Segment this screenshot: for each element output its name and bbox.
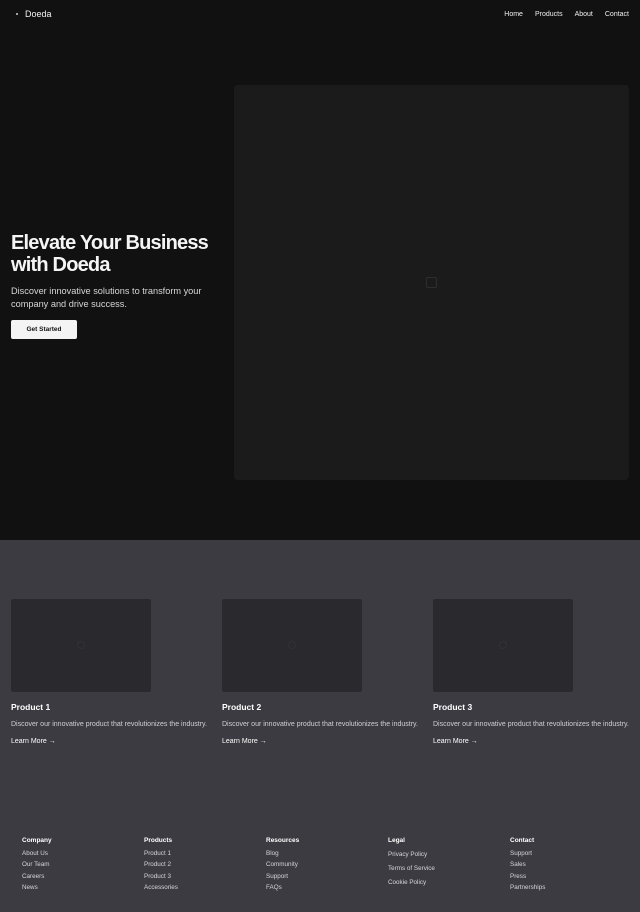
get-started-button[interactable]: Get Started: [11, 320, 77, 339]
footer-heading: Contact: [510, 837, 535, 844]
nav-products[interactable]: Products: [535, 11, 563, 18]
product-card-3: Product 3 Discover our innovative produc…: [433, 599, 633, 748]
footer-link[interactable]: Cookie Policy: [388, 876, 498, 890]
footer-heading: Products: [144, 837, 173, 844]
learn-more-link[interactable]: Learn More →: [11, 738, 56, 745]
hero-title: Elevate Your Business with Doeda: [11, 232, 209, 276]
product-image: [11, 599, 151, 692]
footer-link[interactable]: Privacy Policy: [388, 848, 498, 862]
footer-link[interactable]: Community: [266, 859, 376, 870]
footer-link[interactable]: Partnerships: [510, 882, 620, 893]
hero-image-placeholder: [234, 85, 629, 480]
footer-link[interactable]: News: [22, 882, 132, 893]
footer-link[interactable]: FAQs: [266, 882, 376, 893]
hero-subtitle: Discover innovative solutions to transfo…: [11, 286, 202, 309]
learn-more-link[interactable]: Learn More →: [222, 738, 267, 745]
footer-column-resources: Resources Blog Community Support FAQs: [266, 837, 376, 893]
product-image: [222, 599, 362, 692]
product-image: [433, 599, 573, 692]
footer-link[interactable]: Product 1: [144, 848, 254, 859]
image-icon: [426, 277, 437, 288]
footer-link[interactable]: Product 2: [144, 859, 254, 870]
logo-icon: [16, 13, 18, 15]
footer-heading: Company: [22, 837, 52, 844]
product-description: Discover our innovative product that rev…: [222, 721, 418, 728]
footer-link[interactable]: Support: [266, 871, 376, 882]
product-description: Discover our innovative product that rev…: [11, 721, 207, 728]
product-title: Product 1: [11, 702, 51, 712]
footer-column-contact: Contact Support Sales Press Partnerships: [510, 837, 620, 893]
footer-link[interactable]: Careers: [22, 871, 132, 882]
footer-link[interactable]: Our Team: [22, 859, 132, 870]
main-nav: Home Products About Contact: [504, 11, 629, 18]
site-footer: Company About Us Our Team Careers News P…: [0, 800, 640, 912]
image-icon: [499, 641, 507, 649]
brand[interactable]: Doeda: [16, 9, 52, 19]
product-title: Product 3: [433, 702, 473, 712]
image-icon: [288, 641, 296, 649]
footer-link[interactable]: Terms of Service: [388, 862, 498, 876]
image-icon: [77, 641, 85, 649]
learn-more-link[interactable]: Learn More →: [433, 738, 478, 745]
footer-link[interactable]: Press: [510, 871, 620, 882]
hero-text: Elevate Your Business with Doeda Discove…: [11, 232, 231, 339]
footer-heading: Resources: [266, 837, 300, 844]
nav-contact[interactable]: Contact: [605, 11, 629, 18]
footer-column-legal: Legal Privacy Policy Terms of Service Co…: [388, 837, 498, 890]
footer-link[interactable]: Sales: [510, 859, 620, 870]
footer-heading: Legal: [388, 837, 405, 844]
product-description: Discover our innovative product that rev…: [433, 721, 629, 728]
hero-section: Elevate Your Business with Doeda Discove…: [0, 28, 640, 540]
footer-column-products: Products Product 1 Product 2 Product 3 A…: [144, 837, 254, 893]
footer-link[interactable]: About Us: [22, 848, 132, 859]
products-section: Product 1 Discover our innovative produc…: [0, 540, 640, 800]
nav-home[interactable]: Home: [504, 11, 523, 18]
nav-about[interactable]: About: [575, 11, 593, 18]
footer-link[interactable]: Accessories: [144, 882, 254, 893]
footer-link[interactable]: Support: [510, 848, 620, 859]
footer-column-company: Company About Us Our Team Careers News: [22, 837, 132, 893]
product-card-2: Product 2 Discover our innovative produc…: [222, 599, 422, 748]
footer-link[interactable]: Product 3: [144, 871, 254, 882]
brand-name: Doeda: [25, 9, 52, 19]
product-card-1: Product 1 Discover our innovative produc…: [11, 599, 211, 748]
site-header: Doeda Home Products About Contact: [0, 0, 640, 28]
footer-link[interactable]: Blog: [266, 848, 376, 859]
product-title: Product 2: [222, 702, 262, 712]
